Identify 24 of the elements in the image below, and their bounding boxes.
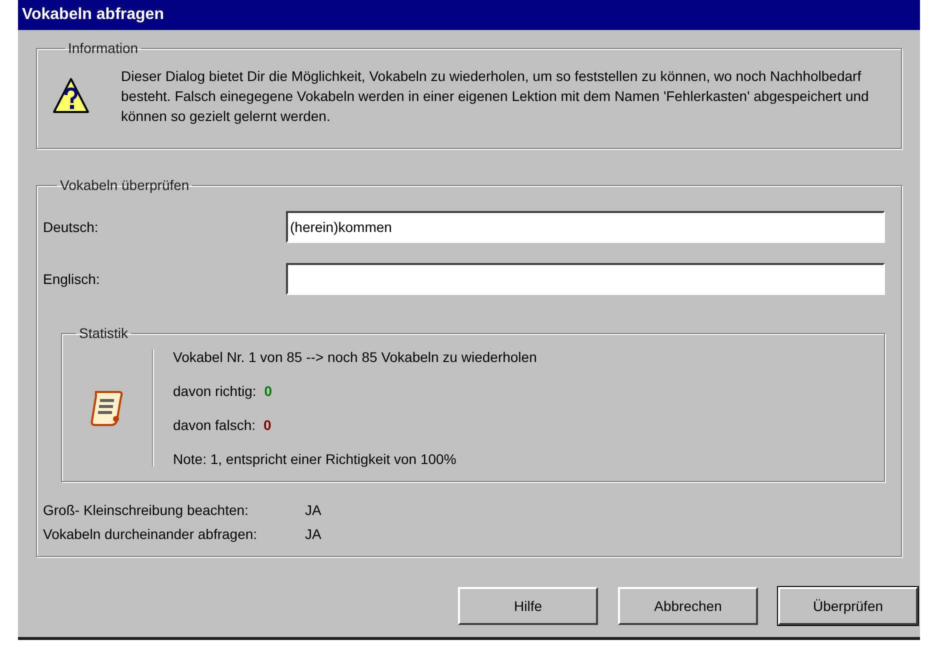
window-title: Vokabeln abfragen (22, 6, 164, 24)
count-label: davon richtig: (173, 383, 256, 399)
dialog-button[interactable]: Überprüfen (778, 587, 918, 625)
group-title: Statistik (78, 325, 130, 341)
progress-text: Vokabel Nr. 1 von 85 --> noch 85 Vokabeln zu wiederholen (173, 349, 537, 365)
option-label: Vokabeln durcheinander abfragen: (43, 525, 258, 544)
warning-question-icon (51, 76, 91, 116)
input-field[interactable]: (herein)kommen (286, 211, 885, 243)
dialog-button[interactable]: Hilfe (458, 587, 598, 625)
option-value: JA (305, 501, 322, 520)
count-label: davon falsch: (173, 417, 256, 433)
count-value: 0 (264, 417, 272, 433)
scroll-icon (89, 388, 125, 428)
count-value: 0 (264, 383, 272, 399)
input-field[interactable] (286, 263, 885, 295)
dialog-button[interactable]: Abbrechen (618, 587, 758, 625)
field-label: Deutsch: (43, 219, 100, 235)
group-title: Vokabeln überprüfen (59, 177, 190, 193)
information-text: Dieser Dialog bietet Dir die Möglichkeit, Vokabeln zu wiederholen, um so feststellen zu können, wo noch Nachholbedarf besteht. Falsch einegegene Vokabeln werden in einer eigenen Lektion mit dem Namen 'Fehlerkasten' abgespeichert und können so gezielt gelernt werden. (121, 67, 870, 126)
grade-text: Note: 1, entspricht einer Richtigkeit von 100% (173, 451, 458, 467)
option-label: Groß- Kleinschreibung beachten: (43, 501, 250, 520)
group-title: Information (67, 40, 140, 56)
field-label: Englisch: (43, 271, 101, 287)
option-value: JA (305, 525, 322, 544)
